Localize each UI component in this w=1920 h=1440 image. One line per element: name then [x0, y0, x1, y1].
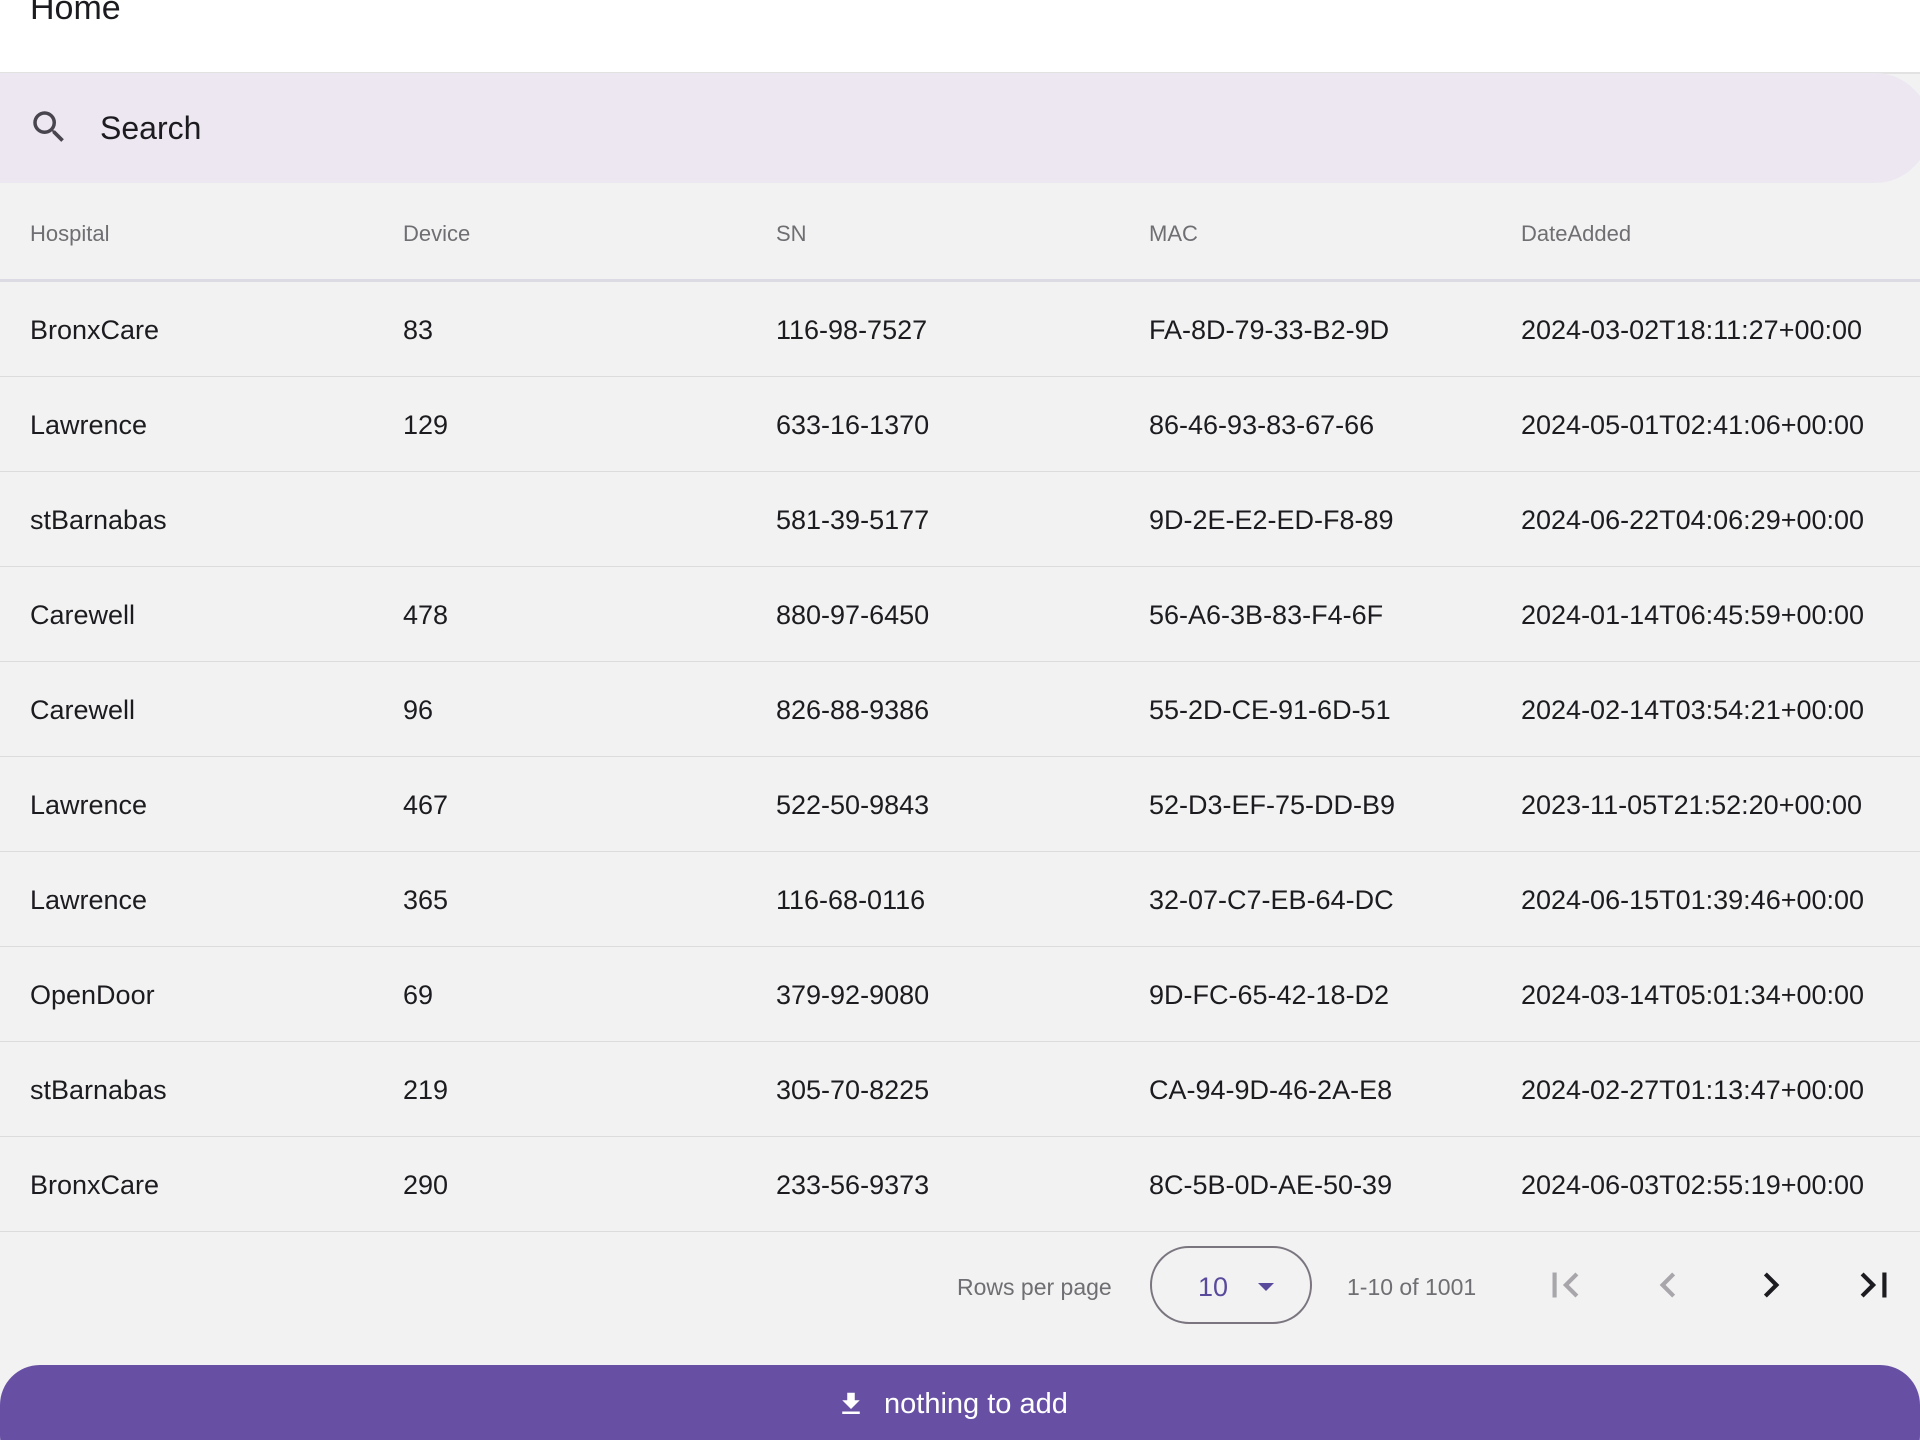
cell-hospital: Carewell	[30, 695, 136, 725]
cell-sn: 633-16-1370	[776, 410, 930, 440]
table-row[interactable]: Carewell 478 880-97-6450 56-A6-3B-83-F4-…	[0, 567, 1920, 662]
cell-device: 290	[403, 1170, 449, 1200]
cell-hospital: Lawrence	[30, 885, 148, 915]
cell-mac: 52-D3-EF-75-DD-B9	[1149, 790, 1396, 820]
rows-per-page-select[interactable]: 10	[1150, 1246, 1312, 1324]
cell-sn: 116-98-7527	[776, 315, 928, 345]
cell-mac: CA-94-9D-46-2A-E8	[1149, 1075, 1393, 1105]
cell-hospital: Carewell	[30, 600, 136, 630]
cell-device: 467	[403, 790, 449, 820]
cell-date-added: 2024-01-14T06:45:59+00:00	[1521, 600, 1865, 630]
caret-down-icon	[1258, 1283, 1274, 1291]
cell-date-added: 2024-05-01T02:41:06+00:00	[1521, 410, 1865, 440]
cell-mac: 56-A6-3B-83-F4-6F	[1149, 600, 1384, 630]
cell-hospital: stBarnabas	[30, 1075, 167, 1105]
cell-mac: 86-46-93-83-67-66	[1149, 410, 1375, 440]
next-page-icon[interactable]	[1746, 1260, 1796, 1310]
cell-hospital: stBarnabas	[30, 505, 167, 535]
nothing-to-add-label: nothing to add	[884, 1388, 1068, 1420]
table-row[interactable]: BronxCare 290 233-56-9373 8C-5B-0D-AE-50…	[0, 1137, 1920, 1232]
cell-hospital: OpenDoor	[30, 980, 155, 1010]
cell-sn: 305-70-8225	[776, 1075, 930, 1105]
table-row[interactable]: Lawrence 365 116-68-0116 32-07-C7-EB-64-…	[0, 852, 1920, 947]
previous-page-icon[interactable]	[1643, 1260, 1693, 1310]
table-row[interactable]: stBarnabas 219 305-70-8225 CA-94-9D-46-2…	[0, 1042, 1920, 1137]
cell-sn: 233-56-9373	[776, 1170, 930, 1200]
table-row[interactable]: Carewell 96 826-88-9386 55-2D-CE-91-6D-5…	[0, 662, 1920, 757]
rows-per-page-label: Rows per page	[957, 1274, 1112, 1300]
cell-device: 129	[403, 410, 449, 440]
cell-hospital: BronxCare	[30, 1170, 160, 1200]
cell-mac: 55-2D-CE-91-6D-51	[1149, 695, 1391, 725]
cell-sn: 379-92-9080	[776, 980, 930, 1010]
cell-mac: 9D-FC-65-42-18-D2	[1149, 980, 1390, 1010]
table-row[interactable]: BronxCare 83 116-98-7527 FA-8D-79-33-B2-…	[0, 282, 1920, 377]
cell-device: 478	[403, 600, 449, 630]
cell-date-added: 2024-03-14T05:01:34+00:00	[1521, 980, 1865, 1010]
first-page-icon[interactable]	[1540, 1260, 1590, 1310]
table-header: Hospital Device SN MAC DateAdded	[0, 183, 1920, 282]
cell-sn: 522-50-9843	[776, 790, 930, 820]
search-input[interactable]	[100, 103, 1700, 153]
cell-device: 96	[403, 695, 434, 725]
rows-per-page-value: 10	[1198, 1272, 1229, 1302]
search-bar[interactable]	[0, 73, 1920, 183]
page: Home Hospital Device SN MAC DateAdded Br…	[0, 0, 1920, 1440]
cell-mac: 8C-5B-0D-AE-50-39	[1149, 1170, 1393, 1200]
cell-device: 219	[403, 1075, 449, 1105]
cell-sn: 880-97-6450	[776, 600, 930, 630]
cell-mac: FA-8D-79-33-B2-9D	[1149, 315, 1390, 345]
cell-sn: 581-39-5177	[776, 505, 930, 535]
cell-device: 83	[403, 315, 434, 345]
cell-date-added: 2024-02-14T03:54:21+00:00	[1521, 695, 1865, 725]
page-title: Home	[30, 0, 121, 27]
cell-date-added: 2024-03-02T18:11:27+00:00	[1521, 315, 1863, 345]
column-header-hospital[interactable]: Hospital	[30, 219, 109, 249]
download-icon	[842, 1392, 860, 1414]
devices-table: Hospital Device SN MAC DateAdded BronxCa…	[0, 183, 1920, 1232]
column-header-date-added[interactable]: DateAdded	[1521, 219, 1631, 249]
column-header-sn[interactable]: SN	[776, 219, 807, 249]
cell-mac: 32-07-C7-EB-64-DC	[1149, 885, 1394, 915]
cell-date-added: 2023-11-05T21:52:20+00:00	[1521, 790, 1863, 820]
cell-date-added: 2024-02-27T01:13:47+00:00	[1521, 1075, 1865, 1105]
search-icon[interactable]	[28, 106, 70, 148]
table-row[interactable]: OpenDoor 69 379-92-9080 9D-FC-65-42-18-D…	[0, 947, 1920, 1042]
cell-sn: 116-68-0116	[776, 885, 926, 915]
last-page-icon[interactable]	[1849, 1260, 1899, 1310]
page-range: 1-10 of 1001	[1347, 1274, 1477, 1300]
cell-hospital: Lawrence	[30, 410, 148, 440]
table-row[interactable]: Lawrence 129 633-16-1370 86-46-93-83-67-…	[0, 377, 1920, 472]
cell-device: 365	[403, 885, 449, 915]
column-header-mac[interactable]: MAC	[1149, 219, 1198, 249]
nothing-to-add-button[interactable]: nothing to add	[0, 1365, 1920, 1440]
cell-sn: 826-88-9386	[776, 695, 930, 725]
cell-mac: 9D-2E-E2-ED-F8-89	[1149, 505, 1394, 535]
cell-hospital: Lawrence	[30, 790, 148, 820]
column-header-device[interactable]: Device	[403, 219, 470, 249]
cell-date-added: 2024-06-03T02:55:19+00:00	[1521, 1170, 1865, 1200]
table-row[interactable]: stBarnabas 581-39-5177 9D-2E-E2-ED-F8-89…	[0, 472, 1920, 567]
cell-hospital: BronxCare	[30, 315, 160, 345]
cell-date-added: 2024-06-15T01:39:46+00:00	[1521, 885, 1865, 915]
cell-device: 69	[403, 980, 434, 1010]
table-row[interactable]: Lawrence 467 522-50-9843 52-D3-EF-75-DD-…	[0, 757, 1920, 852]
pagination: Rows per page 10 1-10 of 1001	[0, 1232, 1920, 1342]
app-bar: Home	[0, 0, 1920, 74]
cell-date-added: 2024-06-22T04:06:29+00:00	[1521, 505, 1865, 535]
